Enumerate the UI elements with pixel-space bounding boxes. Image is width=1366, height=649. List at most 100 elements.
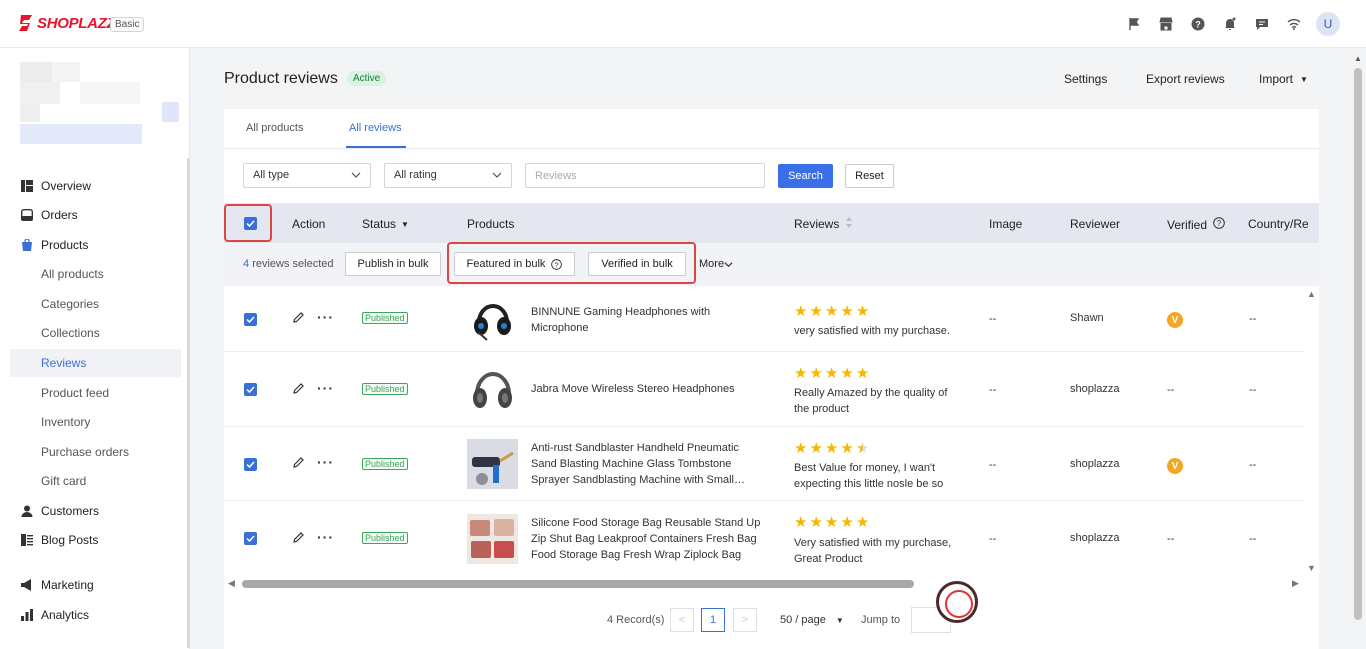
- product-name[interactable]: Silicone Food Storage Bag Reusable Stand…: [531, 515, 761, 563]
- chat-icon[interactable]: [1246, 12, 1278, 36]
- edit-pencil-icon[interactable]: [292, 456, 305, 472]
- export-reviews-button[interactable]: Export reviews: [1146, 72, 1225, 86]
- table-row[interactable]: ··· Published Jabra Move Wireless Stereo…: [224, 352, 1304, 427]
- tab-bar: All products All reviews: [224, 109, 1319, 149]
- store-icon[interactable]: [1150, 12, 1182, 36]
- store-info-blurred[interactable]: [20, 62, 180, 154]
- row-checkbox[interactable]: [244, 313, 257, 326]
- star-icon: ★: [824, 440, 839, 457]
- page-size-select[interactable]: 50 / page ▼: [780, 614, 844, 626]
- sidebar-item-all-products[interactable]: All products: [10, 260, 181, 288]
- row-checkbox[interactable]: [244, 532, 257, 545]
- rating-filter-select[interactable]: All rating: [384, 163, 512, 188]
- status-badge-published: Published: [362, 312, 408, 324]
- star-icon: ★: [794, 365, 808, 382]
- product-name[interactable]: Jabra Move Wireless Stereo Headphones: [531, 381, 761, 397]
- svg-text:?: ?: [1195, 20, 1201, 30]
- table-scroll-up-icon[interactable]: ▲: [1307, 289, 1316, 299]
- sidebar-item-purchase-orders[interactable]: Purchase orders: [10, 438, 181, 466]
- star-icon: ★: [840, 303, 854, 320]
- star-rating: ★ ★ ★ ★ ★: [794, 304, 871, 319]
- sidebar-item-reviews[interactable]: Reviews: [10, 349, 181, 377]
- table-row[interactable]: ··· Published Silicone Food Storage Bag …: [224, 501, 1304, 576]
- star-icon: ★: [794, 514, 808, 531]
- row-checkbox[interactable]: [244, 458, 257, 471]
- reviewer-name: shoplazza: [1070, 383, 1120, 395]
- sidebar-item-products[interactable]: Products: [10, 231, 181, 259]
- star-icon: ★: [840, 365, 854, 382]
- table-horizontal-scrollbar[interactable]: ◀ ▶: [224, 577, 1304, 591]
- image-cell: --: [989, 459, 997, 471]
- sidebar-item-label: Marketing: [41, 578, 94, 592]
- sidebar-item-overview[interactable]: Overview: [10, 172, 181, 200]
- floating-help-button[interactable]: [936, 581, 978, 623]
- more-options-icon[interactable]: ···: [317, 309, 334, 325]
- verified-badge-icon: V: [1167, 458, 1183, 474]
- table-scroll-down-icon[interactable]: ▼: [1307, 563, 1316, 573]
- tab-all-products[interactable]: All products: [246, 122, 303, 134]
- status-badge: Active: [347, 71, 387, 86]
- edit-pencil-icon[interactable]: [292, 531, 305, 547]
- page-scrollbar-thumb[interactable]: [1354, 68, 1362, 620]
- selected-count: 4: [243, 258, 250, 270]
- country-cell: --: [1249, 384, 1257, 396]
- tab-all-reviews[interactable]: All reviews: [349, 122, 402, 134]
- sidebar-item-label: Blog Posts: [41, 533, 99, 547]
- sidebar-item-blog-posts[interactable]: Blog Posts: [10, 526, 181, 554]
- scroll-right-icon[interactable]: ▶: [1292, 578, 1299, 589]
- sidebar-item-product-feed[interactable]: Product feed: [10, 379, 181, 407]
- user-avatar[interactable]: U: [1316, 12, 1340, 36]
- sidebar-item-categories[interactable]: Categories: [10, 290, 181, 318]
- country-cell: --: [1249, 313, 1257, 325]
- flag-icon[interactable]: [1118, 12, 1150, 36]
- sidebar-item-label: Customers: [41, 504, 100, 518]
- product-name[interactable]: BINNUNE Gaming Headphones with Microphon…: [531, 304, 761, 336]
- scrollbar-thumb[interactable]: [242, 580, 914, 588]
- customers-icon: [20, 504, 34, 518]
- import-dropdown[interactable]: Import ▼: [1259, 72, 1308, 86]
- orders-icon: [20, 208, 34, 222]
- column-header-status[interactable]: Status ▼: [362, 217, 409, 231]
- sidebar-item-marketing[interactable]: Marketing: [10, 571, 181, 599]
- sidebar-item-inventory[interactable]: Inventory: [10, 408, 181, 436]
- review-text: Really Amazed by the quality of the prod…: [794, 387, 948, 415]
- type-filter-select[interactable]: All type: [243, 163, 371, 188]
- product-name[interactable]: Anti-rust Sandblaster Handheld Pneumatic…: [531, 440, 761, 488]
- more-options-icon[interactable]: ···: [317, 454, 334, 470]
- table-row[interactable]: ··· Published BINNUNE Gaming Headphones …: [224, 286, 1304, 352]
- review-text: very satisfied with my purchase.: [794, 325, 950, 337]
- scroll-left-icon[interactable]: ◀: [228, 578, 235, 589]
- page-vertical-scrollbar[interactable]: ▲: [1352, 54, 1364, 620]
- star-icon: ★: [855, 303, 870, 320]
- prev-page-button[interactable]: <: [670, 608, 694, 632]
- column-header-reviews[interactable]: Reviews: [794, 217, 853, 231]
- more-dropdown[interactable]: More: [699, 258, 733, 270]
- sidebar-item-analytics[interactable]: Analytics: [10, 601, 181, 629]
- publish-in-bulk-button[interactable]: Publish in bulk: [345, 252, 441, 276]
- page-1-button[interactable]: 1: [701, 608, 725, 632]
- help-icon[interactable]: ?: [1182, 12, 1214, 36]
- reviews-search-input[interactable]: Reviews: [525, 163, 765, 188]
- reset-button[interactable]: Reset: [845, 164, 894, 188]
- next-page-button[interactable]: >: [733, 608, 757, 632]
- question-circle-icon[interactable]: ?: [1213, 217, 1225, 232]
- edit-pencil-icon[interactable]: [292, 311, 305, 327]
- products-icon: [20, 238, 34, 252]
- sidebar-item-orders[interactable]: Orders: [10, 201, 181, 229]
- settings-button[interactable]: Settings: [1064, 72, 1107, 86]
- more-options-icon[interactable]: ···: [317, 529, 334, 545]
- search-button[interactable]: Search: [778, 164, 833, 188]
- sidebar-item-gift-card[interactable]: Gift card: [10, 467, 181, 495]
- highlight-select-all: [224, 204, 272, 242]
- more-options-icon[interactable]: ···: [317, 380, 334, 396]
- sidebar-item-collections[interactable]: Collections: [10, 319, 181, 347]
- chevron-down-icon: [351, 170, 361, 183]
- star-icon: ★: [824, 365, 839, 382]
- edit-pencil-icon[interactable]: [292, 382, 305, 398]
- sidebar-item-customers[interactable]: Customers: [10, 497, 181, 525]
- bell-icon[interactable]: [1214, 12, 1246, 36]
- page-scroll-up-icon[interactable]: ▲: [1354, 54, 1362, 63]
- table-row[interactable]: ··· Published Anti-rust Sandblaster Hand…: [224, 427, 1304, 501]
- wifi-icon[interactable]: [1278, 12, 1310, 36]
- row-checkbox[interactable]: [244, 383, 257, 396]
